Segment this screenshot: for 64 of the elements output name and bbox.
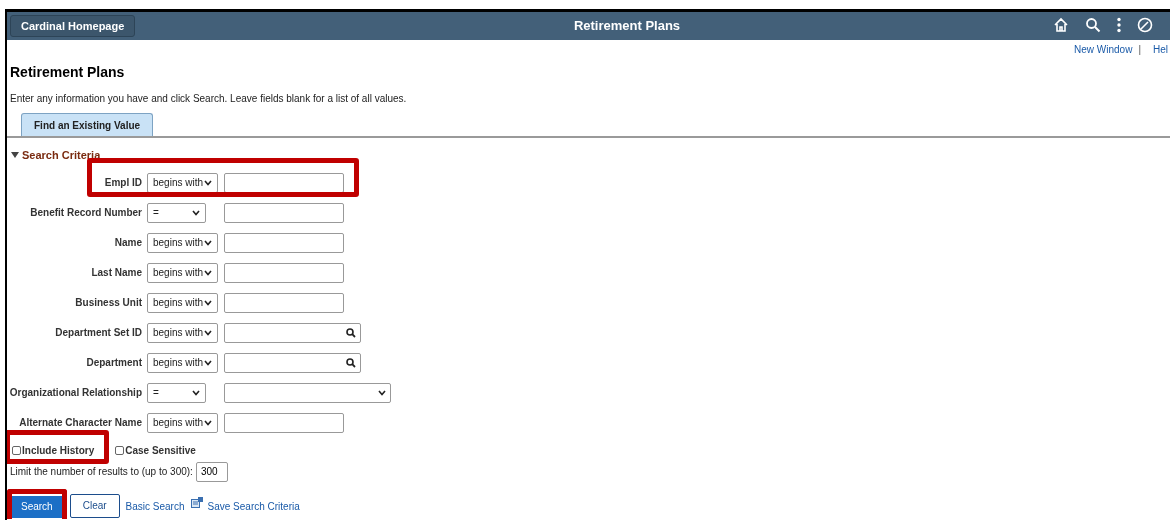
- lookup-field[interactable]: [224, 322, 361, 343]
- operator-dropdown[interactable]: begins with: [147, 292, 218, 313]
- text-field[interactable]: [224, 292, 344, 313]
- collapse-caret-icon[interactable]: [11, 152, 19, 159]
- text-field[interactable]: [224, 232, 344, 253]
- field-label: Last Name: [90, 266, 142, 280]
- value-dropdown[interactable]: [224, 382, 391, 403]
- chevron-down-icon: [378, 389, 386, 396]
- search-icon[interactable]: [346, 357, 356, 368]
- homepage-button[interactable]: Cardinal Homepage: [10, 15, 136, 37]
- search-icon[interactable]: [346, 327, 356, 338]
- checkbox[interactable]: [115, 445, 125, 455]
- operator-dropdown[interactable]: =: [147, 202, 206, 223]
- chevron-down-icon: [204, 299, 212, 306]
- instruction-text: Enter any information you have and click Search. Leave fields blank for a list of all values.: [10, 92, 408, 106]
- operator-dropdown[interactable]: =: [147, 382, 206, 403]
- field-label: Organizational Relationship: [8, 386, 142, 400]
- clear-button[interactable]: Clear: [69, 493, 120, 518]
- chevron-down-icon: [204, 179, 212, 186]
- chevron-down-icon: [204, 269, 212, 276]
- tab[interactable]: Find an Existing Value: [21, 113, 154, 136]
- navigation-icon[interactable]: [1137, 17, 1153, 33]
- search-button[interactable]: Search: [10, 495, 64, 518]
- field-label: Empl ID: [103, 176, 142, 190]
- text-field[interactable]: [224, 172, 344, 193]
- basic-search-link[interactable]: Basic Search: [125, 499, 185, 514]
- chevron-down-icon: [204, 239, 212, 246]
- field-label: Name: [113, 236, 142, 250]
- limit-label: Limit the number of results to (up to 300):: [10, 465, 193, 479]
- field-label: Business Unit: [74, 296, 142, 310]
- field-label: Alternate Character Name: [18, 416, 142, 430]
- operator-dropdown[interactable]: begins with: [147, 262, 218, 283]
- link-separator: |: [1138, 42, 1141, 57]
- more-options-icon[interactable]: [1117, 17, 1121, 33]
- lookup-field[interactable]: [224, 352, 361, 373]
- limit-field[interactable]: 300: [195, 461, 228, 482]
- field-label: Department: [85, 356, 142, 370]
- operator-dropdown[interactable]: begins with: [147, 232, 218, 253]
- operator-dropdown[interactable]: begins with: [147, 322, 218, 343]
- save-icon[interactable]: [190, 497, 203, 508]
- checkbox-label: Case Sensitive: [125, 443, 196, 458]
- home-icon[interactable]: [1053, 17, 1069, 33]
- chevron-down-icon: [204, 329, 212, 336]
- field-label: Benefit Record Number: [29, 206, 142, 220]
- chevron-down-icon: [204, 359, 212, 366]
- header-link[interactable]: Hel: [1153, 41, 1168, 57]
- checkbox-label: Include History: [22, 443, 95, 458]
- checkbox[interactable]: [12, 445, 21, 455]
- text-field[interactable]: [224, 202, 344, 223]
- operator-dropdown[interactable]: begins with: [147, 352, 218, 373]
- save-criteria-link[interactable]: Save Search Criteria: [207, 499, 300, 514]
- text-field[interactable]: [224, 262, 344, 283]
- field-label: Department Set ID: [54, 326, 142, 340]
- chevron-down-icon: [192, 209, 200, 216]
- page-title: Retirement Plans: [572, 17, 682, 36]
- chevron-down-icon: [192, 389, 200, 396]
- search-icon[interactable]: [1085, 17, 1101, 33]
- page-heading: Retirement Plans: [10, 63, 126, 82]
- section-heading[interactable]: Search Criteria: [22, 147, 101, 164]
- chevron-down-icon: [204, 419, 212, 426]
- operator-dropdown[interactable]: begins with: [147, 412, 218, 433]
- text-field[interactable]: [224, 412, 344, 433]
- header-link[interactable]: New Window: [1074, 41, 1133, 57]
- operator-dropdown[interactable]: begins with: [147, 172, 218, 193]
